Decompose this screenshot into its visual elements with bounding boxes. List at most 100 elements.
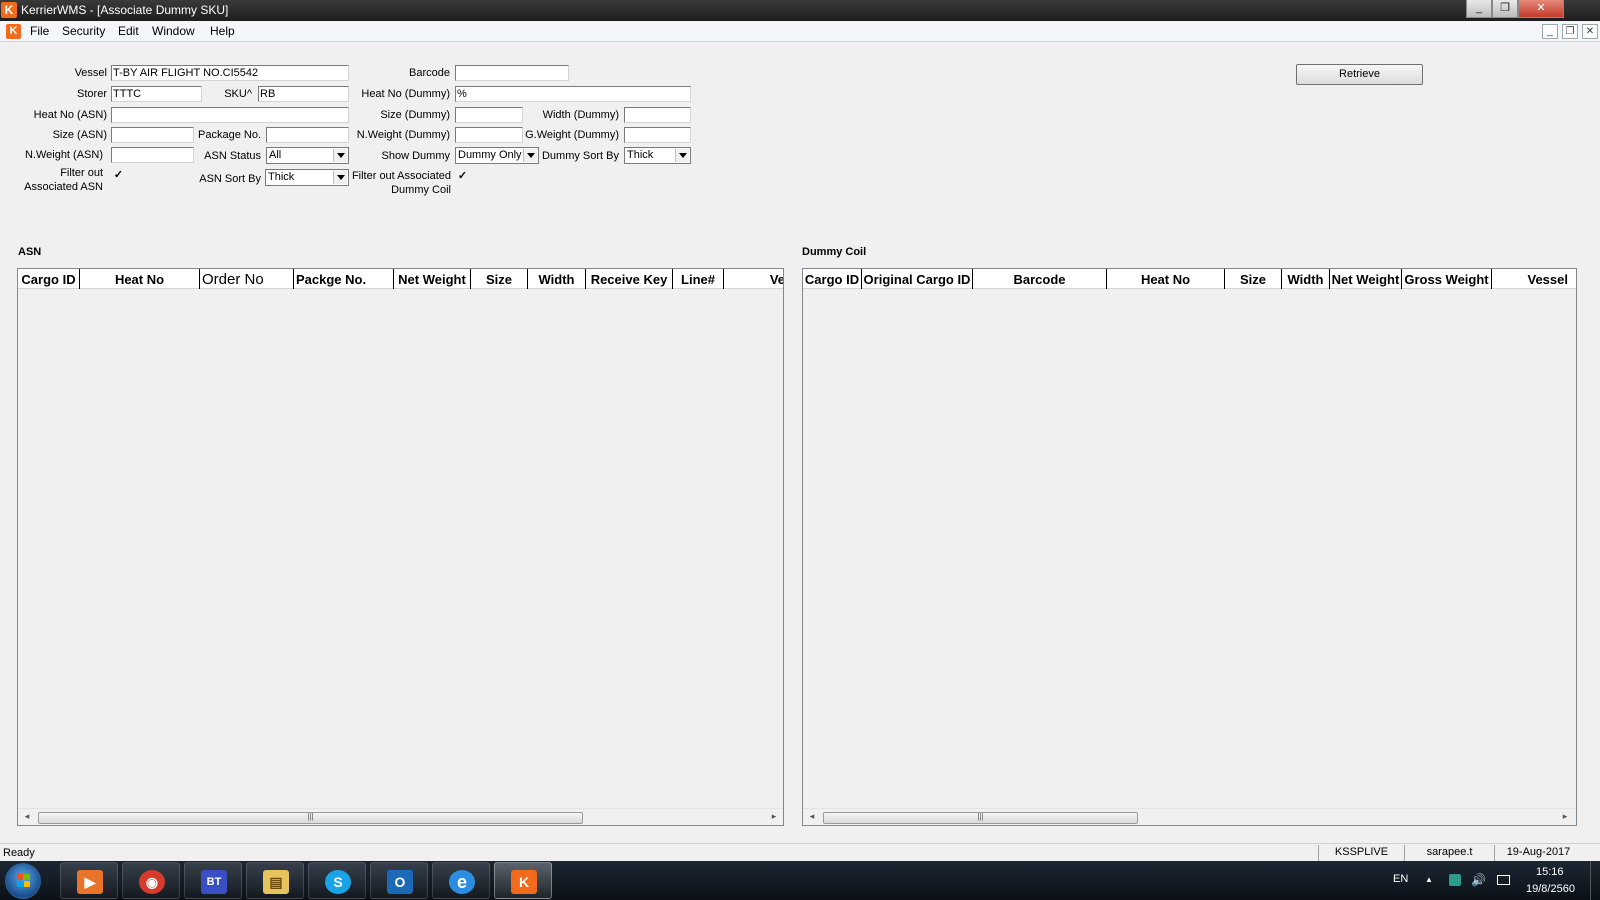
- asn-sort-by-select[interactable]: Thick: [265, 169, 349, 186]
- scroll-right-arrow-icon[interactable]: ▸: [767, 811, 781, 822]
- taskbar-chrome[interactable]: ◉: [122, 862, 180, 899]
- volume-icon[interactable]: 🔊: [1471, 873, 1486, 887]
- sku-input[interactable]: RB: [258, 86, 349, 102]
- taskbar-media-player[interactable]: ▶: [60, 862, 118, 899]
- filter-asn-label: Filter out Associated ASN: [15, 166, 103, 194]
- asn-horizontal-scrollbar[interactable]: ◂ ||| ▸: [18, 808, 783, 825]
- dummy-coil-section-title: Dummy Coil: [802, 246, 867, 258]
- asn-col-size[interactable]: Size: [471, 269, 528, 289]
- asn-col-receive-key[interactable]: Receive Key: [586, 269, 673, 289]
- taskbar-skype[interactable]: S: [308, 862, 366, 899]
- action-center-icon[interactable]: [1497, 875, 1510, 885]
- dummy-scroll-thumb[interactable]: |||: [823, 812, 1138, 824]
- asn-section-title: ASN: [18, 246, 42, 258]
- size-asn-input[interactable]: [111, 127, 194, 143]
- dummy-sort-by-value: Thick: [627, 149, 654, 161]
- window-minimize-button[interactable]: _: [1466, 0, 1492, 18]
- size-dummy-input[interactable]: [455, 107, 523, 123]
- dummy-col-size[interactable]: Size: [1225, 269, 1282, 289]
- language-indicator[interactable]: EN: [1393, 873, 1408, 885]
- mdi-close-button[interactable]: ✕: [1582, 24, 1598, 39]
- asn-grid[interactable]: Cargo ID Heat No Order No Packge No. Net…: [17, 268, 784, 826]
- storer-label: Storer: [77, 88, 107, 100]
- package-no-label: Package No.: [198, 129, 261, 141]
- asn-col-heat-no[interactable]: Heat No: [80, 269, 200, 289]
- window-maximize-button[interactable]: ❐: [1492, 0, 1518, 18]
- show-desktop-button[interactable]: [1590, 861, 1600, 900]
- asn-grid-header: Cargo ID Heat No Order No Packge No. Net…: [18, 269, 783, 289]
- taskbar-kerrier-wms[interactable]: K: [494, 862, 552, 899]
- window-title: KerrierWMS - [Associate Dummy SKU]: [21, 3, 229, 17]
- dummy-col-barcode[interactable]: Barcode: [973, 269, 1107, 289]
- menu-edit[interactable]: Edit: [118, 24, 139, 38]
- package-no-input[interactable]: [266, 127, 349, 143]
- menu-help[interactable]: Help: [210, 24, 235, 38]
- dummy-col-original-cargo-id[interactable]: Original Cargo ID: [862, 269, 973, 289]
- dummy-horizontal-scrollbar[interactable]: ◂ ||| ▸: [803, 808, 1576, 825]
- taskbar-outlook[interactable]: O: [370, 862, 428, 899]
- heat-no-asn-input[interactable]: [111, 107, 349, 123]
- vessel-input[interactable]: T-BY AIR FLIGHT NO.CI5542: [111, 65, 349, 81]
- asn-sort-by-label: ASN Sort By: [199, 173, 261, 185]
- dummy-col-heat-no[interactable]: Heat No: [1107, 269, 1225, 289]
- chevron-down-icon[interactable]: [333, 149, 347, 162]
- dummy-col-vessel[interactable]: Vessel: [1492, 269, 1576, 289]
- menu-security[interactable]: Security: [62, 24, 105, 38]
- asn-col-line-no[interactable]: Line#: [673, 269, 724, 289]
- status-bar: Ready KSSPLIVE sarapee.t 19-Aug-2017: [0, 843, 1600, 861]
- scroll-right-arrow-icon[interactable]: ▸: [1558, 811, 1572, 822]
- dummy-sort-by-select[interactable]: Thick: [624, 147, 691, 164]
- scroll-left-arrow-icon[interactable]: ◂: [20, 811, 34, 822]
- gweight-dummy-input[interactable]: [624, 127, 691, 143]
- barcode-input[interactable]: [455, 65, 569, 81]
- dummy-coil-grid[interactable]: Cargo ID Original Cargo ID Barcode Heat …: [802, 268, 1577, 826]
- window-close-button[interactable]: ✕: [1518, 0, 1564, 18]
- skype-icon: S: [325, 870, 351, 894]
- clock-date[interactable]: 19/8/2560: [1526, 883, 1575, 895]
- tray-up-arrow-icon[interactable]: ▲: [1425, 875, 1433, 884]
- asn-col-order-no[interactable]: Order No: [200, 269, 294, 289]
- clock-time[interactable]: 15:16: [1536, 866, 1564, 878]
- heat-no-dummy-input[interactable]: %: [455, 86, 691, 102]
- menu-file[interactable]: File: [30, 24, 49, 38]
- network-tray-icon[interactable]: [1449, 874, 1461, 886]
- taskbar-bt-app[interactable]: BT: [184, 862, 242, 899]
- taskbar-internet-explorer[interactable]: e: [432, 862, 490, 899]
- asn-status-select[interactable]: All: [266, 147, 349, 164]
- filter-asn-checkbox[interactable]: ✓: [113, 170, 124, 181]
- mdi-app-icon[interactable]: K: [6, 24, 21, 39]
- dummy-col-net-weight[interactable]: Net Weight: [1330, 269, 1402, 289]
- menu-window[interactable]: Window: [152, 24, 195, 38]
- bt-app-icon: BT: [201, 870, 227, 894]
- scroll-left-arrow-icon[interactable]: ◂: [805, 811, 819, 822]
- dummy-col-width[interactable]: Width: [1282, 269, 1330, 289]
- asn-col-packge-no[interactable]: Packge No.: [294, 269, 394, 289]
- mdi-restore-button[interactable]: ❐: [1562, 24, 1578, 39]
- chevron-down-icon[interactable]: [675, 149, 689, 162]
- asn-col-cargo-id[interactable]: Cargo ID: [18, 269, 80, 289]
- asn-col-width[interactable]: Width: [528, 269, 586, 289]
- dummy-col-cargo-id[interactable]: Cargo ID: [803, 269, 862, 289]
- nweight-dummy-input[interactable]: [455, 127, 523, 143]
- asn-scroll-thumb[interactable]: |||: [38, 812, 583, 824]
- dummy-col-gross-weight[interactable]: Gross Weight: [1402, 269, 1492, 289]
- windows-logo-icon: [17, 874, 31, 888]
- internet-explorer-icon: e: [449, 870, 475, 894]
- mdi-minimize-button[interactable]: _: [1542, 24, 1558, 39]
- taskbar-file-explorer[interactable]: ▤: [246, 862, 304, 899]
- asn-col-vessel[interactable]: Ve: [724, 269, 783, 289]
- nweight-asn-input[interactable]: [111, 147, 194, 163]
- title-bar: K KerrierWMS - [Associate Dummy SKU] _ ❐…: [0, 0, 1600, 21]
- status-date: 19-Aug-2017: [1494, 845, 1582, 861]
- filter-dummy-label-line2: Dummy Coil: [391, 184, 451, 196]
- retrieve-button[interactable]: Retrieve: [1296, 64, 1423, 85]
- storer-input[interactable]: TTTC: [111, 86, 202, 102]
- filter-dummy-checkbox[interactable]: ✓: [457, 171, 468, 182]
- asn-col-net-weight[interactable]: Net Weight: [394, 269, 471, 289]
- width-dummy-input[interactable]: [624, 107, 691, 123]
- heat-no-asn-label: Heat No (ASN): [33, 109, 107, 121]
- chevron-down-icon[interactable]: [523, 149, 537, 162]
- start-button[interactable]: [5, 863, 41, 899]
- asn-status-value: All: [269, 149, 282, 161]
- show-dummy-select[interactable]: Dummy Only: [455, 147, 539, 164]
